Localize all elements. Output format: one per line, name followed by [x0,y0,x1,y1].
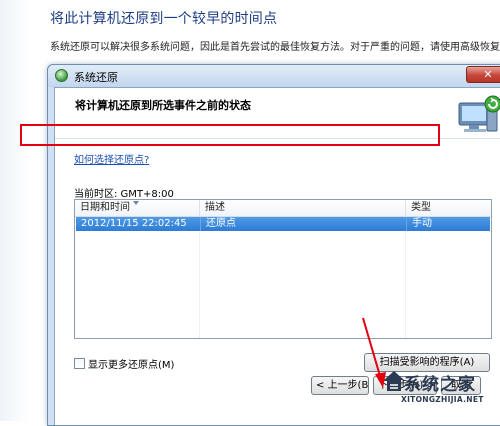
page-description: 系统还原可以解决很多系统问题，因此是首先尝试的最佳恢复方法。对于严重的问题，请使… [50,42,500,53]
watermark-url: XITONGZHIJIA.NET [401,395,484,404]
column-header-type[interactable]: 类型 [405,200,491,216]
left-rail [0,0,30,421]
show-more-label: 显示更多还原点(M) [88,360,175,371]
restore-points-list[interactable]: 日期和时间 描述 类型 2012/11/15 22:02:45 还原点 手动 [74,199,492,339]
system-restore-icon [55,69,68,82]
list-header: 日期和时间 描述 类型 [75,200,491,217]
house-logo-icon [384,371,404,391]
column-divider [199,232,200,338]
table-row[interactable]: 2012/11/15 22:02:45 还原点 手动 [76,217,490,231]
sort-arrow-icon [133,201,139,205]
column-divider [405,232,406,338]
window-title: 系统还原 [74,71,118,84]
watermark: 系统之家 XITONGZHIJIA.NET [380,368,500,421]
watermark-text: 系统之家 [404,375,476,395]
help-link[interactable]: 如何选择还原点? [74,151,149,166]
computer-restore-icon [458,95,500,132]
row-description: 还原点 [200,217,406,231]
timezone-label: 当前时区: GMT+8:00 [74,189,174,200]
window-titlebar[interactable]: 系统还原 ✕ [48,65,500,87]
show-more-checkbox[interactable] [74,358,85,369]
previous-button[interactable]: < 上一步(B) [311,376,369,395]
close-button[interactable]: ✕ [466,66,500,83]
column-header-description[interactable]: 描述 [199,200,405,216]
row-date: 2012/11/15 22:02:45 [81,218,187,229]
show-more-row[interactable]: 显示更多还原点(M) [74,356,174,371]
row-type: 手动 [406,217,491,231]
header-title: 将计算机还原到所选事件之前的状态 [75,99,251,112]
header-band: 将计算机还原到所选事件之前的状态 [55,88,500,139]
page-title: 将此计算机还原到一个较早的时间点 [50,11,278,27]
